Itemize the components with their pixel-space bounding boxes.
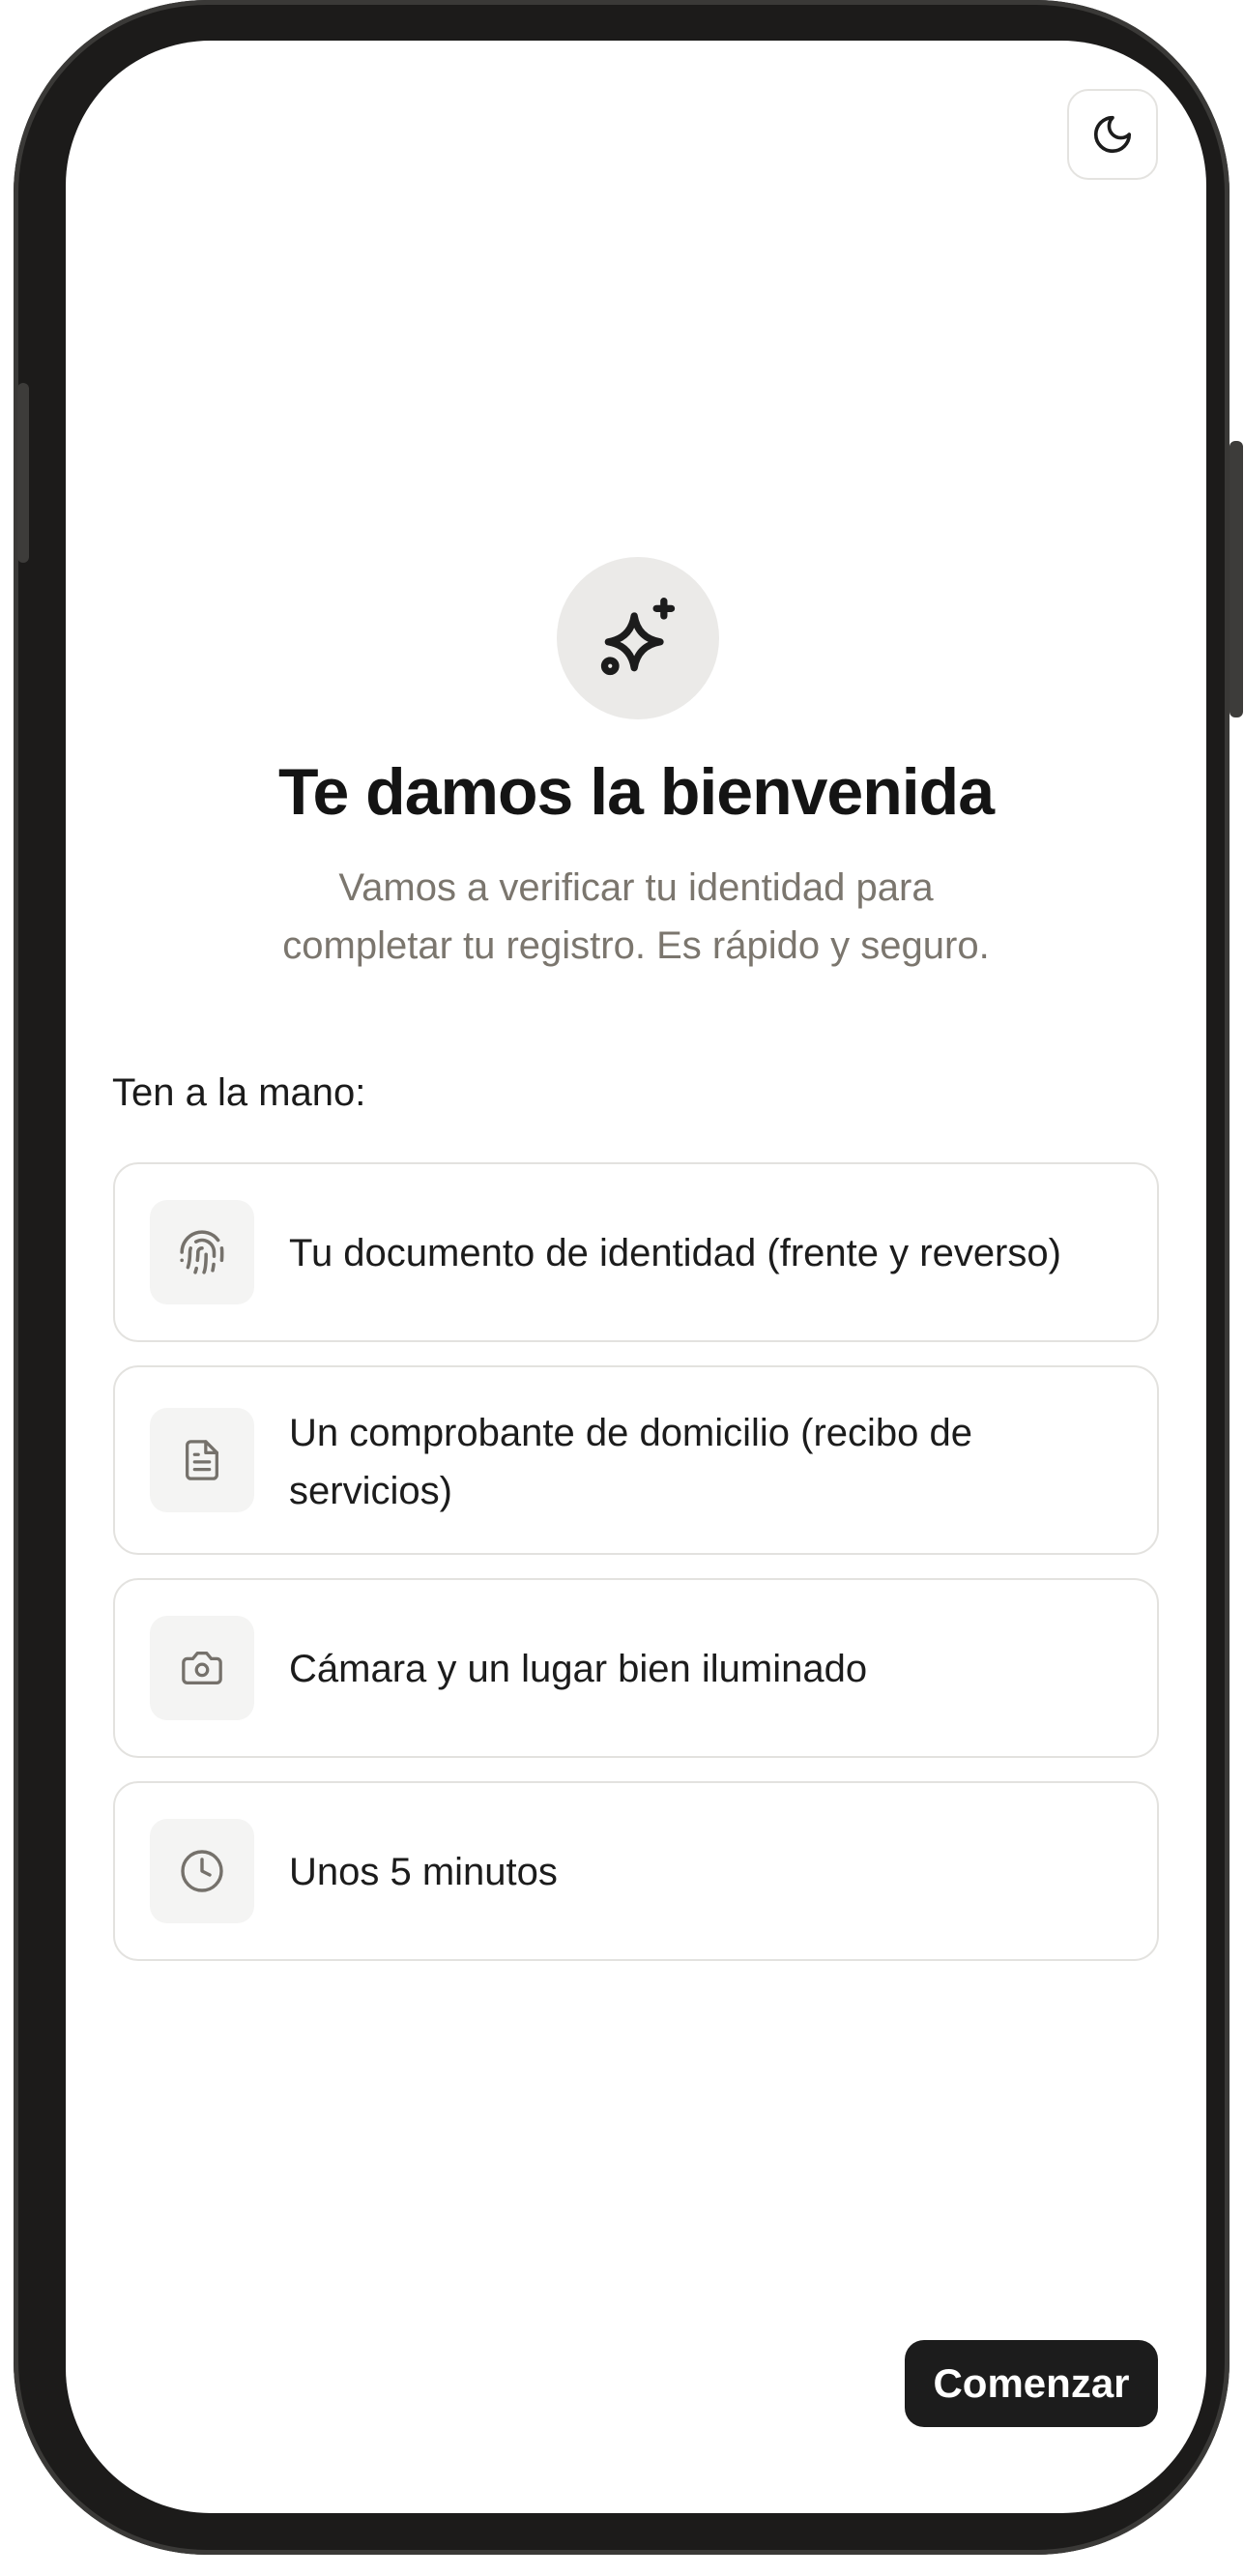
requirement-item-time: Unos 5 minutos [113, 1781, 1159, 1961]
clock-icon [181, 1850, 223, 1892]
requirement-text: Cámara y un lugar bien iluminado [289, 1648, 868, 1690]
start-button[interactable]: Comenzar [905, 2340, 1158, 2427]
phone-frame: Te damos la bienvenida Vamos a verificar… [14, 0, 1243, 2555]
requirement-text: Un comprobante de domicilio (recibo de s… [289, 1412, 973, 1512]
requirement-icon-box [150, 1408, 254, 1512]
theme-toggle-button[interactable] [1067, 89, 1158, 180]
hero-badge [557, 557, 719, 719]
requirement-item-camera: Cámara y un lugar bien iluminado [113, 1578, 1159, 1758]
requirement-icon-box [150, 1616, 254, 1720]
page-title: Te damos la bienvenida [277, 755, 995, 829]
document-icon [186, 1440, 218, 1480]
phone-side-button-left [17, 383, 29, 563]
sparkles-icon [600, 598, 676, 676]
requirements-label: Ten a la mano: [112, 1071, 366, 1114]
fingerprint-icon [180, 1230, 224, 1274]
camera-icon [182, 1652, 222, 1684]
requirement-item-id-document: Tu documento de identidad (frente y reve… [113, 1162, 1159, 1342]
requirement-text: Tu documento de identidad (frente y reve… [289, 1232, 1061, 1274]
page-subtitle: Vamos a verificar tu identidad para comp… [282, 866, 990, 967]
screen: Te damos la bienvenida Vamos a verificar… [66, 41, 1206, 2513]
requirement-text: Unos 5 minutos [289, 1851, 558, 1893]
moon-icon [1093, 115, 1132, 154]
requirement-item-proof-of-address: Un comprobante de domicilio (recibo de s… [113, 1365, 1159, 1555]
requirement-icon-box [150, 1819, 254, 1923]
requirement-icon-box [150, 1200, 254, 1304]
phone-side-button-right [1230, 441, 1243, 717]
